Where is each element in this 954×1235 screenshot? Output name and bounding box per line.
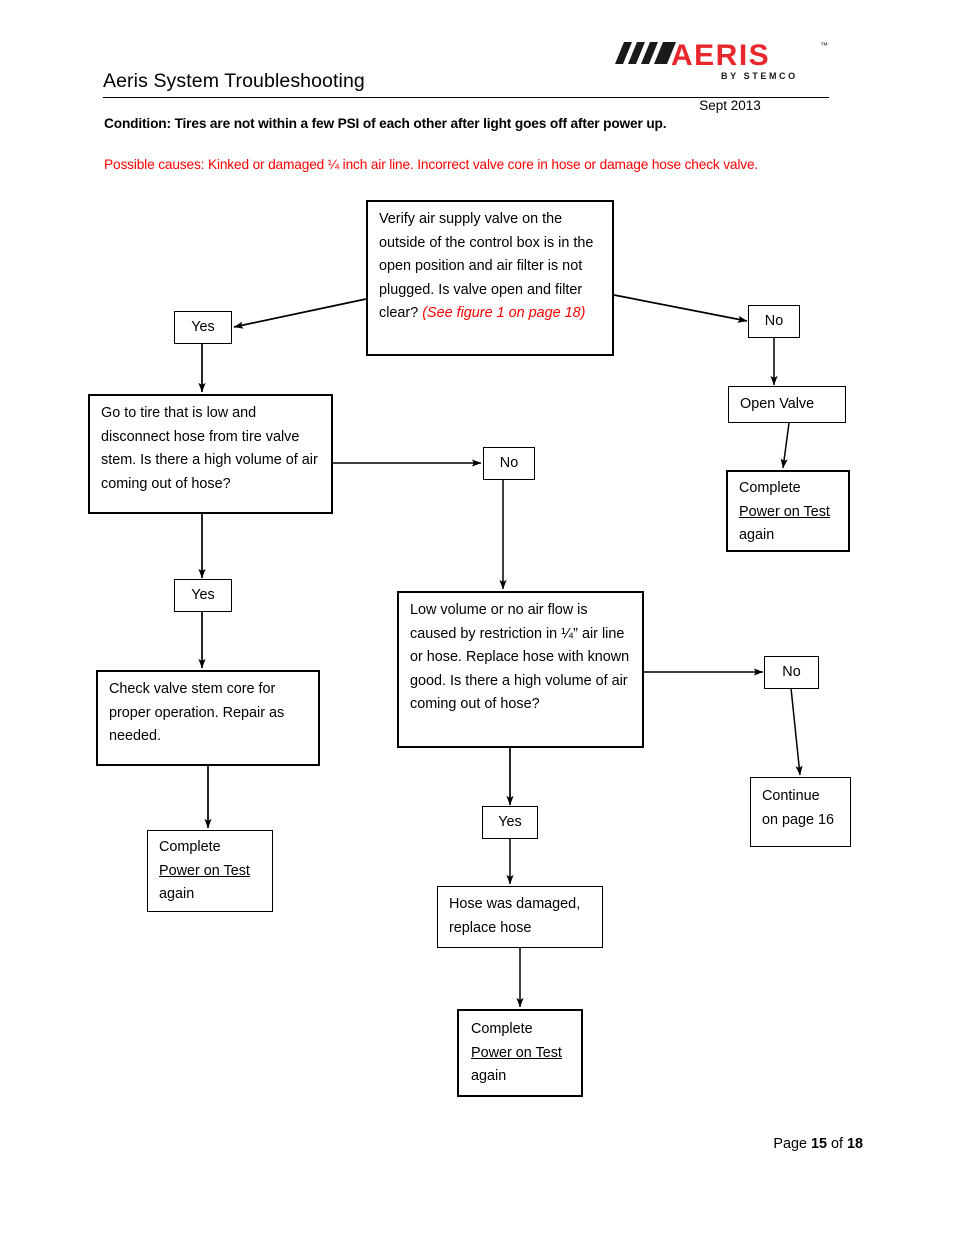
- continue-line2: on page 16: [762, 811, 835, 828]
- node-go-to-tire-text: Go to tire that is low and disconnect ho…: [101, 405, 318, 492]
- node-complete-left-lines: Complete Power on Test again: [148, 831, 272, 907]
- node-continue-on-page: Continue on page 16: [750, 777, 851, 847]
- node-verify-figure-reference: (See figure 1 on page 18): [422, 305, 586, 321]
- node-no-top: No: [748, 305, 800, 338]
- complete-right-line3: again: [739, 527, 775, 543]
- node-hose-was-damaged: Hose was damaged, replace hose: [437, 886, 603, 948]
- complete-left-line2: Power on Test: [159, 862, 250, 879]
- node-yes-middle: Yes: [482, 806, 538, 839]
- page-title: Aeris System Troubleshooting: [103, 70, 829, 98]
- node-check-valve-stem-core: Check valve stem core for proper operati…: [96, 670, 320, 766]
- node-no-right: No: [764, 656, 819, 689]
- complete-left-line3: again: [159, 886, 195, 902]
- node-yes-top: Yes: [174, 311, 232, 344]
- node-yes-top-label: Yes: [191, 318, 215, 335]
- continue-line1: Continue: [762, 788, 820, 804]
- complete-mid-line2: Power on Test: [471, 1044, 562, 1061]
- footer-page-middle: of: [826, 1136, 847, 1152]
- complete-mid-line1: Complete: [471, 1021, 533, 1037]
- node-low-volume-restriction: Low volume or no air flow is caused by r…: [397, 591, 644, 748]
- edge-verify-to-no: [613, 294, 748, 323]
- node-low-volume-text: Low volume or no air flow is caused by r…: [410, 602, 630, 712]
- node-verify-air-supply-valve: Verify air supply valve on the outside o…: [366, 200, 614, 356]
- node-complete-power-on-test-middle: Complete Power on Test again: [457, 1009, 583, 1097]
- logo-slant-bars: [615, 42, 676, 64]
- complete-right-line1: Complete: [739, 480, 801, 496]
- possible-causes-statement: Possible causes: Kinked or damaged ¼ inc…: [104, 157, 759, 172]
- node-no-middle: No: [483, 447, 535, 480]
- node-yes-left: Yes: [174, 579, 232, 612]
- logo-trademark-icon: ™: [820, 41, 828, 50]
- footer-page-prefix: Page: [773, 1136, 811, 1152]
- node-yes-middle-label: Yes: [498, 813, 522, 830]
- node-complete-mid-lines: Complete Power on Test again: [459, 1011, 581, 1089]
- logo-wordmark: AERIS: [671, 39, 770, 72]
- node-yes-left-label: Yes: [191, 586, 215, 603]
- footer-page-indicator: Page 15 of 18: [600, 1136, 863, 1152]
- node-no-middle-label: No: [499, 454, 519, 471]
- node-open-valve-label: Open Valve: [740, 396, 815, 412]
- node-continue-lines: Continue on page 16: [751, 778, 850, 832]
- footer-page-total: 18: [846, 1136, 863, 1152]
- condition-statement: Condition: Tires are not within a few PS…: [104, 116, 667, 131]
- complete-mid-line3: again: [471, 1068, 507, 1084]
- node-no-top-label: No: [764, 312, 784, 329]
- edge-verify-to-yes: [233, 298, 367, 329]
- node-complete-right-lines: Complete Power on Test again: [728, 472, 848, 548]
- node-complete-power-on-test-left: Complete Power on Test again: [147, 830, 273, 912]
- node-go-to-tire: Go to tire that is low and disconnect ho…: [88, 394, 333, 514]
- document-date: Sept 2013: [699, 98, 761, 113]
- complete-left-line1: Complete: [159, 839, 221, 855]
- complete-right-line2: Power on Test: [739, 503, 830, 520]
- node-open-valve: Open Valve: [728, 386, 846, 423]
- document-page: AERIS ™ BY STEMCO Aeris System Troublesh…: [0, 0, 954, 1235]
- node-complete-power-on-test-right: Complete Power on Test again: [726, 470, 850, 552]
- node-hose-damaged-text: Hose was damaged, replace hose: [449, 896, 581, 936]
- edge-noright-to-continue: [790, 687, 803, 776]
- node-verify-text: Verify air supply valve on the outside o…: [368, 202, 612, 332]
- node-check-valve-stem-text: Check valve stem core for proper operati…: [109, 681, 285, 744]
- footer-page-number: 15: [810, 1136, 827, 1152]
- node-no-right-label: No: [782, 663, 801, 680]
- edge-openvalve-to-complete: [780, 422, 790, 469]
